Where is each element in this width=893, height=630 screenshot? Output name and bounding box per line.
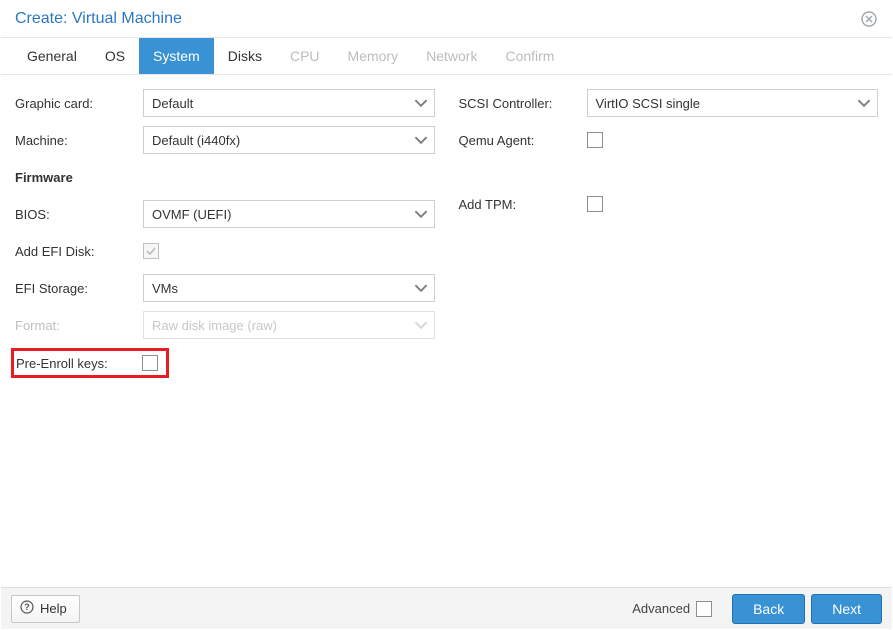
tab-confirm: Confirm [491,38,568,74]
efi-storage-select[interactable]: VMs [143,274,435,302]
machine-select[interactable]: Default (i440fx) [143,126,435,154]
graphic-card-label: Graphic card: [15,96,143,111]
graphic-card-value: Default [152,96,193,111]
add-efi-disk-checkbox [143,243,159,259]
create-vm-dialog: Create: Virtual Machine General OS Syste… [0,0,893,630]
scsi-controller-select[interactable]: VirtIO SCSI single [587,89,879,117]
right-column: SCSI Controller: VirtIO SCSI single Qemu… [459,89,879,573]
chevron-down-icon [414,281,428,295]
tab-cpu: CPU [276,38,334,74]
efi-storage-label: EFI Storage: [15,281,143,296]
svg-text:?: ? [24,602,30,612]
next-button[interactable]: Next [811,594,882,624]
efi-storage-value: VMs [152,281,178,296]
format-value: Raw disk image (raw) [152,318,277,333]
help-label: Help [40,601,67,616]
advanced-toggle[interactable]: Advanced [632,601,712,617]
advanced-checkbox[interactable] [696,601,712,617]
tab-disks[interactable]: Disks [214,38,276,74]
help-icon: ? [20,600,34,617]
back-button[interactable]: Back [732,594,805,624]
close-icon[interactable] [860,10,878,28]
help-button[interactable]: ? Help [11,595,80,623]
chevron-down-icon [414,207,428,221]
graphic-card-select[interactable]: Default [143,89,435,117]
bios-value: OVMF (UEFI) [152,207,231,222]
pre-enroll-keys-label: Pre-Enroll keys: [16,356,142,371]
firmware-heading: Firmware [15,170,143,185]
dialog-footer: ? Help Advanced Back Next [1,587,892,629]
add-tpm-checkbox[interactable] [587,196,603,212]
dialog-titlebar: Create: Virtual Machine [1,1,892,38]
pre-enroll-keys-checkbox[interactable] [142,355,158,371]
chevron-down-icon [414,318,428,332]
left-column: Graphic card: Default Machine: Default (… [15,89,435,573]
bios-select[interactable]: OVMF (UEFI) [143,200,435,228]
tab-system[interactable]: System [139,38,214,74]
add-efi-disk-label: Add EFI Disk: [15,244,143,259]
chevron-down-icon [414,133,428,147]
advanced-label: Advanced [632,601,690,616]
bios-label: BIOS: [15,207,143,222]
chevron-down-icon [414,96,428,110]
format-label: Format: [15,318,143,333]
tab-general[interactable]: General [13,38,91,74]
scsi-controller-value: VirtIO SCSI single [596,96,701,111]
machine-value: Default (i440fx) [152,133,240,148]
chevron-down-icon [857,96,871,110]
tab-os[interactable]: OS [91,38,139,74]
tab-network: Network [412,38,491,74]
tab-memory: Memory [334,38,413,74]
qemu-agent-label: Qemu Agent: [459,133,587,148]
qemu-agent-checkbox[interactable] [587,132,603,148]
dialog-title: Create: Virtual Machine [15,10,182,28]
dialog-body: Graphic card: Default Machine: Default (… [1,75,892,587]
pre-enroll-highlight: Pre-Enroll keys: [11,348,169,378]
scsi-controller-label: SCSI Controller: [459,96,587,111]
format-select: Raw disk image (raw) [143,311,435,339]
wizard-tabs: General OS System Disks CPU Memory Netwo… [1,38,892,75]
add-tpm-label: Add TPM: [459,197,587,212]
machine-label: Machine: [15,133,143,148]
